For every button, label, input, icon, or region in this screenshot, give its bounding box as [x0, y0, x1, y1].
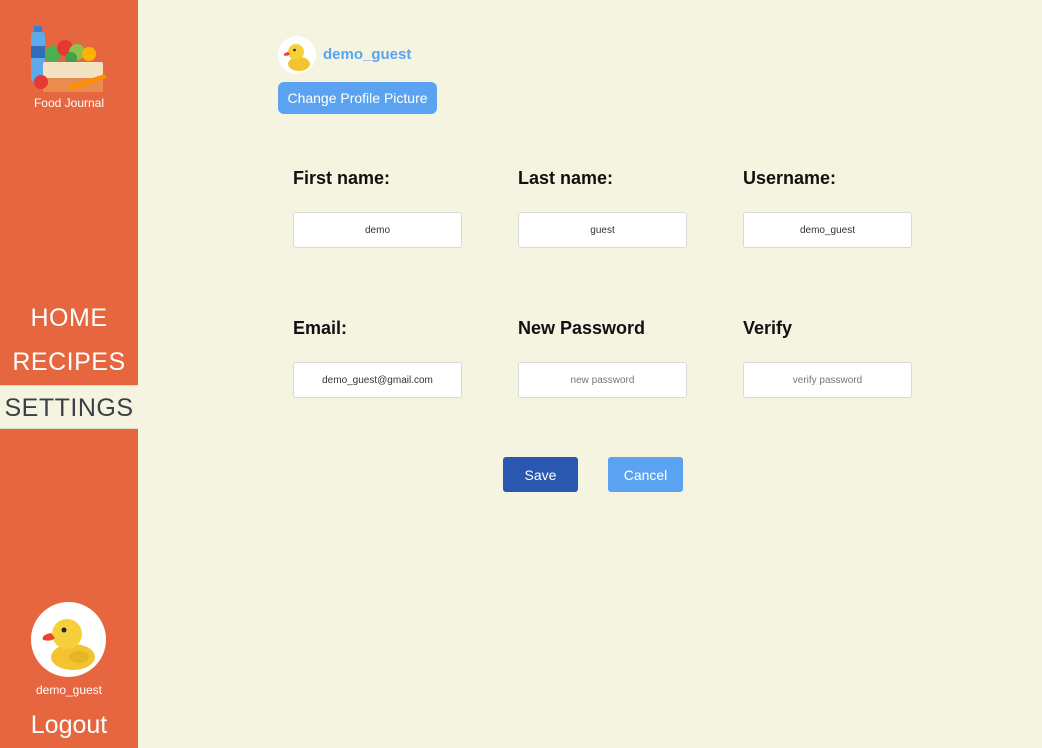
- cancel-button[interactable]: Cancel: [608, 457, 683, 492]
- save-button[interactable]: Save: [503, 457, 578, 492]
- sidebar-username: demo_guest: [35, 683, 103, 697]
- verify-password-input[interactable]: [743, 362, 912, 398]
- first-name-input[interactable]: [293, 212, 462, 248]
- email-label: Email:: [293, 318, 348, 338]
- logout-link[interactable]: Logout: [0, 711, 138, 740]
- username-input[interactable]: [743, 212, 912, 248]
- nav-recipes[interactable]: RECIPES: [0, 340, 138, 384]
- verify-label: Verify: [743, 318, 793, 338]
- new-password-input[interactable]: [518, 362, 687, 398]
- new-password-label: New Password: [518, 318, 646, 338]
- profile-username: demo_guest: [323, 46, 412, 63]
- change-profile-picture-button[interactable]: Change Profile Picture: [278, 82, 437, 114]
- first-name-label: First name:: [293, 168, 391, 188]
- food-basket-icon[interactable]: [27, 24, 111, 96]
- nav-home[interactable]: HOME: [0, 296, 138, 340]
- last-name-label: Last name:: [518, 168, 614, 188]
- last-name-input[interactable]: [518, 212, 687, 248]
- profile-avatar: [278, 36, 316, 74]
- nav-settings[interactable]: SETTINGS: [0, 385, 138, 429]
- sidebar: Food Journal HOME RECIPES SETTINGS demo_…: [0, 0, 138, 748]
- email-input[interactable]: [293, 362, 462, 398]
- app-name: Food Journal: [33, 96, 105, 110]
- username-label: Username:: [743, 168, 837, 188]
- user-avatar[interactable]: [31, 602, 106, 677]
